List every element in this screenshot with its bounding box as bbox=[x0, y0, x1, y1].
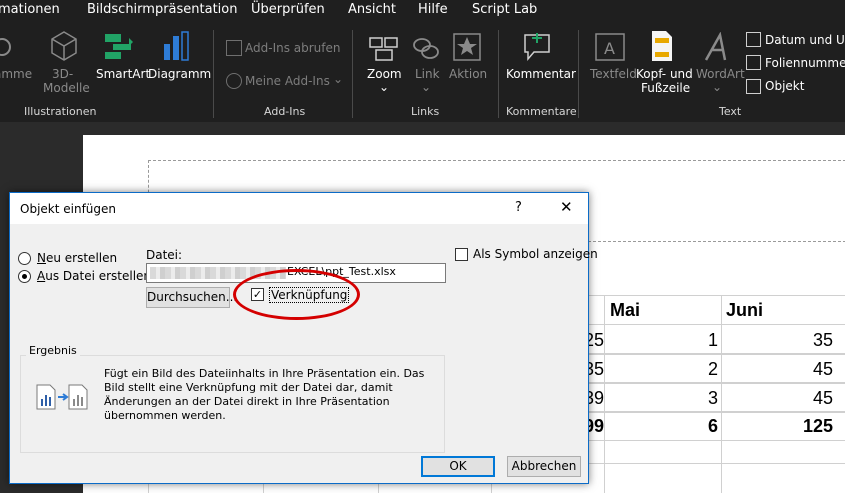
3d-models-label-1: 3D- bbox=[52, 67, 74, 81]
my-addins-button[interactable]: Meine Add-Ins bbox=[245, 74, 330, 88]
table-grid-line bbox=[560, 353, 845, 355]
3d-models-label-2: Modelle bbox=[43, 81, 90, 95]
table-cell: 3 bbox=[707, 388, 718, 408]
header-footer-label-2: Fußzeile bbox=[641, 81, 691, 95]
icons-icon[interactable] bbox=[0, 32, 16, 62]
table-total-cell: 125 bbox=[802, 416, 833, 436]
get-addins-button[interactable]: Add-Ins abrufen bbox=[245, 41, 341, 55]
tab-hilfe[interactable]: Hilfe bbox=[418, 2, 448, 17]
calendar-icon bbox=[746, 32, 761, 47]
tab-animationen[interactable]: mationen bbox=[0, 2, 60, 17]
display-as-icon-label[interactable]: Als Symbol anzeigen bbox=[473, 247, 598, 261]
my-addins-icon bbox=[226, 73, 242, 89]
help-button[interactable]: ? bbox=[515, 200, 522, 215]
table-header-juni: Juni bbox=[726, 300, 764, 320]
zoom-icon[interactable] bbox=[368, 34, 400, 62]
tab-script-lab[interactable]: Script Lab bbox=[472, 2, 537, 17]
smartart-label: SmartArt bbox=[96, 67, 151, 81]
table-cell: 45 bbox=[812, 359, 833, 379]
group-label-illustrationen: Illustrationen bbox=[24, 105, 97, 118]
textbox-icon[interactable]: A bbox=[595, 33, 625, 61]
insert-object-dialog: Objekt einfügen ? ✕ Neu erstellen Aus Da… bbox=[9, 192, 598, 484]
group-label-links: Links bbox=[411, 105, 440, 118]
table-cell: 1 bbox=[707, 330, 718, 350]
linked-picture-icon bbox=[36, 384, 88, 410]
group-label-kommentare: Kommentare bbox=[506, 105, 577, 118]
tab-ueberpruefen[interactable]: Überprüfen bbox=[251, 2, 325, 17]
separator bbox=[352, 30, 353, 118]
table-header-mai: Mai bbox=[610, 300, 641, 320]
result-description: Fügt ein Bild des Dateiinhalts in Ihre P… bbox=[104, 367, 425, 422]
dialog-titlebar[interactable]: Objekt einfügen ? ✕ bbox=[10, 193, 588, 224]
dialog-title: Objekt einfügen bbox=[20, 202, 117, 216]
comment-icon[interactable] bbox=[522, 32, 552, 62]
table-cell: 35 bbox=[812, 330, 833, 350]
3d-model-icon[interactable] bbox=[50, 30, 78, 62]
radio-create-new[interactable] bbox=[18, 252, 31, 265]
table-grid-line bbox=[560, 382, 845, 384]
slide-number-button[interactable]: Foliennummer bbox=[765, 56, 845, 70]
action-icon[interactable] bbox=[453, 33, 481, 61]
svg-text:A: A bbox=[604, 39, 615, 58]
wordart-icon[interactable] bbox=[703, 32, 731, 62]
link-icon[interactable] bbox=[411, 34, 441, 62]
comment-label: Kommentar bbox=[506, 67, 576, 81]
table-grid-line bbox=[560, 440, 845, 441]
wordart-label: WordArt bbox=[696, 67, 745, 81]
table-grid-line bbox=[560, 324, 845, 325]
ribbon: mationen Bildschirmpräsentation Überprüf… bbox=[0, 0, 845, 122]
radio-create-new-label[interactable]: Neu erstellen bbox=[37, 251, 117, 265]
smartart-icon[interactable] bbox=[103, 32, 135, 60]
tab-ansicht[interactable]: Ansicht bbox=[348, 2, 396, 17]
separator bbox=[578, 30, 579, 118]
chart-icon[interactable] bbox=[162, 30, 190, 62]
chevron-down-icon[interactable]: ⌄ bbox=[333, 72, 343, 86]
table-total-cell: 6 bbox=[707, 416, 718, 436]
separator bbox=[213, 30, 214, 118]
radio-create-from-file[interactable] bbox=[18, 270, 31, 283]
chevron-down-icon[interactable]: ⌄ bbox=[379, 80, 389, 94]
chevron-down-icon[interactable]: ⌄ bbox=[712, 80, 722, 94]
object-icon bbox=[746, 79, 761, 94]
zoom-label: Zoom bbox=[367, 67, 402, 81]
table-grid-line bbox=[604, 295, 605, 493]
date-time-button[interactable]: Datum und Uhrze bbox=[765, 33, 845, 47]
icons-label: amme bbox=[0, 67, 33, 81]
textbox-label: Textfeld bbox=[590, 67, 637, 81]
chart-label: Diagramm bbox=[148, 67, 212, 81]
table-grid-line bbox=[560, 411, 845, 413]
result-group-title: Ergebnis bbox=[26, 344, 80, 357]
file-label: Datei: bbox=[146, 248, 183, 262]
close-icon[interactable]: ✕ bbox=[560, 198, 573, 216]
header-footer-label-1: Kopf- und bbox=[636, 67, 693, 81]
tab-bildschirmpraesentation[interactable]: Bildschirmpräsentation bbox=[87, 2, 237, 17]
header-footer-icon[interactable] bbox=[650, 30, 674, 62]
table-grid-line bbox=[721, 295, 722, 493]
table-cell: 2 bbox=[707, 359, 718, 379]
group-label-addins: Add-Ins bbox=[264, 105, 306, 118]
link-label: Link bbox=[415, 67, 440, 81]
table-grid-line bbox=[560, 295, 845, 296]
separator bbox=[498, 30, 499, 118]
slide-number-icon bbox=[746, 55, 761, 70]
red-highlight-ring bbox=[233, 269, 360, 320]
table-grid-line bbox=[560, 463, 845, 464]
cancel-button[interactable]: Abbrechen bbox=[507, 456, 581, 477]
radio-create-from-file-label[interactable]: Aus Datei erstellen bbox=[37, 269, 151, 283]
chevron-down-icon[interactable]: ⌄ bbox=[421, 80, 431, 94]
ribbon-tabs: mationen Bildschirmpräsentation Überprüf… bbox=[0, 0, 845, 22]
get-addins-icon bbox=[226, 40, 242, 56]
ok-button[interactable]: OK bbox=[421, 456, 495, 477]
group-label-text: Text bbox=[719, 105, 742, 118]
object-button[interactable]: Objekt bbox=[765, 79, 804, 93]
browse-button[interactable]: Durchsuchen... bbox=[146, 287, 237, 308]
table-cell: 45 bbox=[812, 388, 833, 408]
action-label: Aktion bbox=[449, 67, 488, 81]
display-as-icon-checkbox[interactable] bbox=[455, 248, 468, 261]
